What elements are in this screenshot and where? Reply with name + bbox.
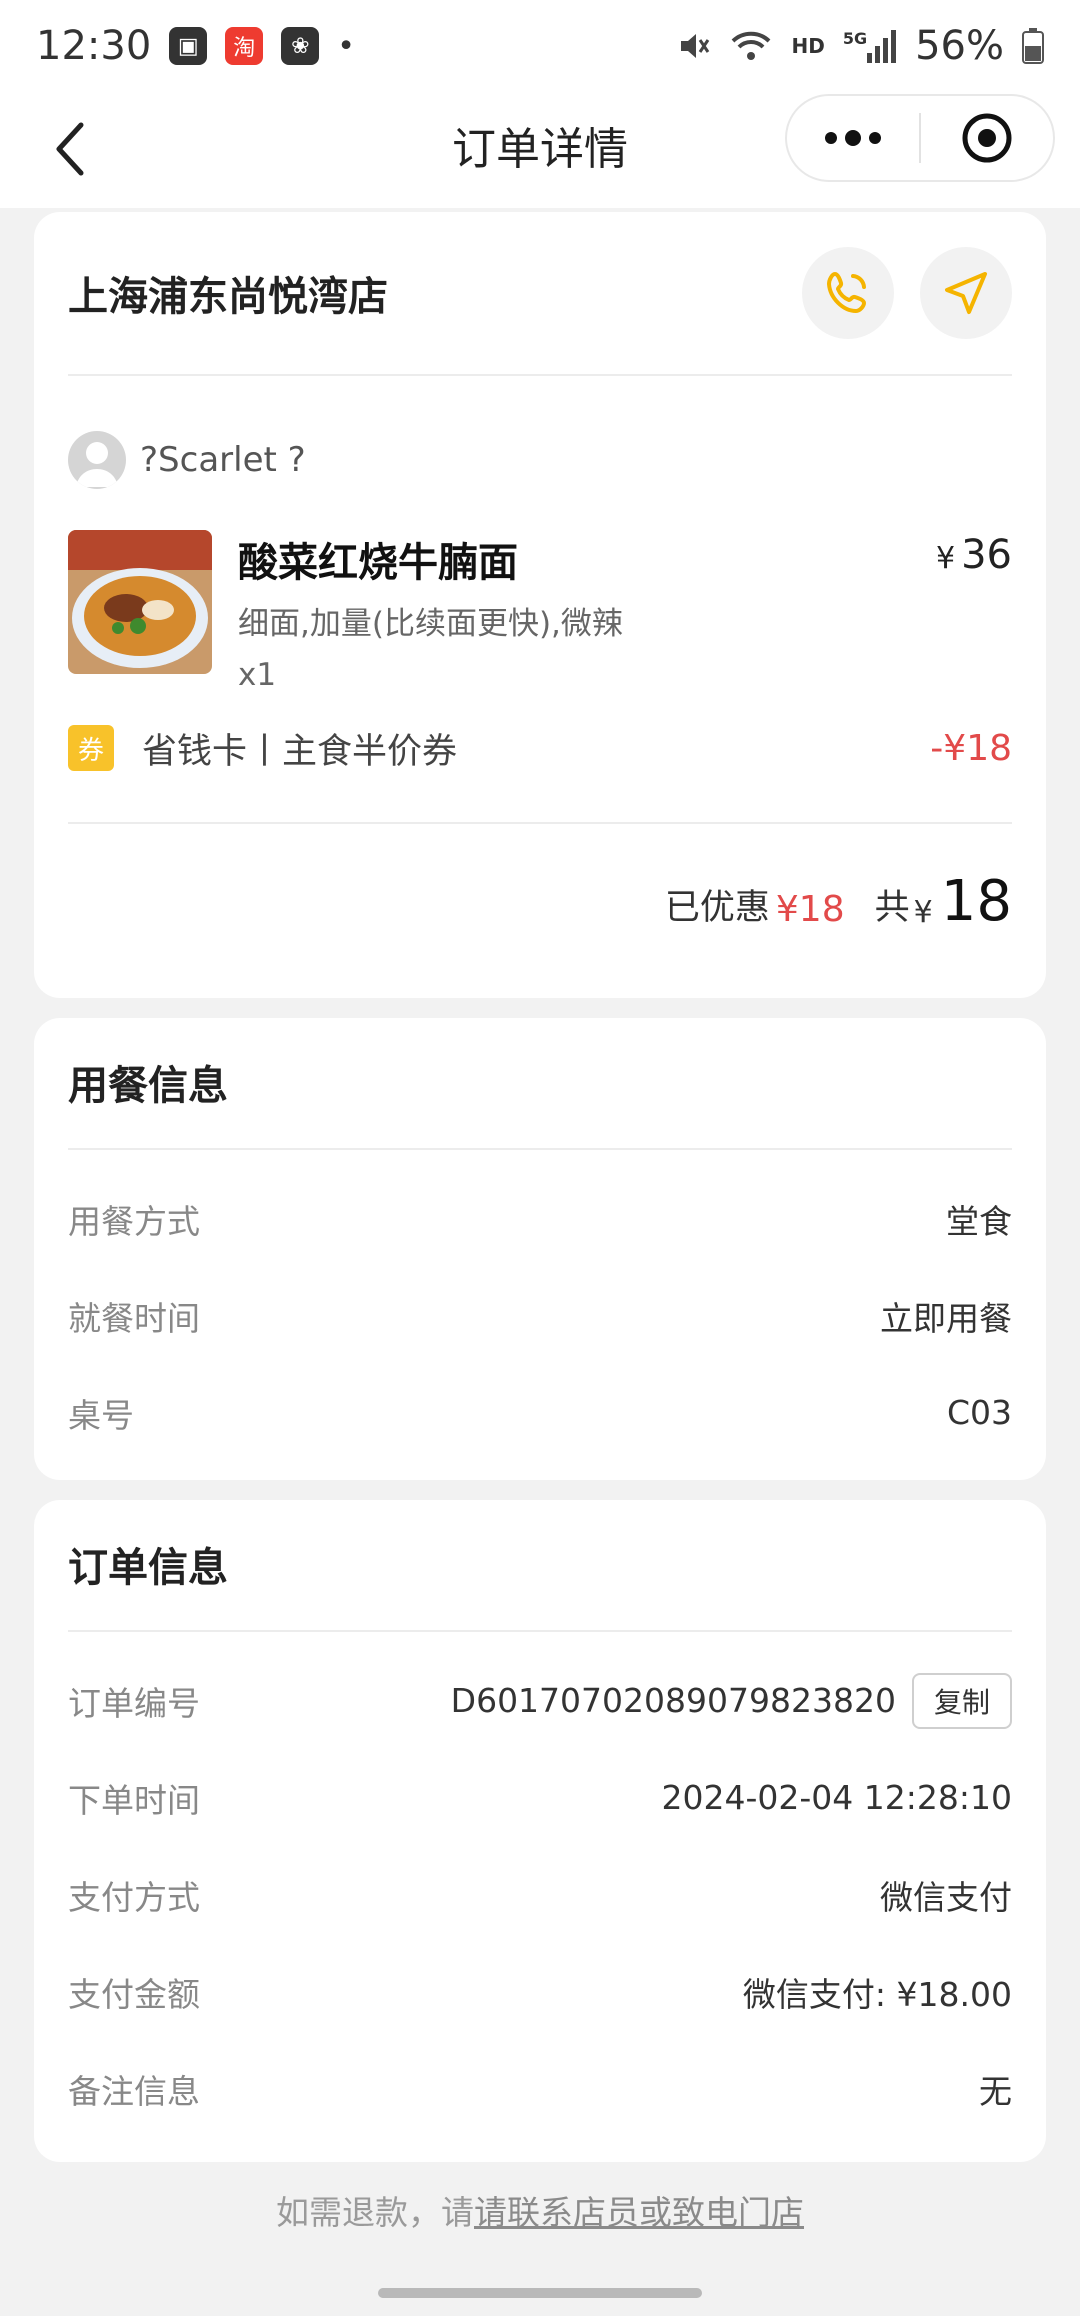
dining-method-value: 堂食 <box>946 1201 1012 1241</box>
navigation-arrow-icon <box>945 272 987 314</box>
table-number-label: 桌号 <box>68 1395 134 1435</box>
store-name: 上海浦东尚悦湾店 <box>68 274 388 320</box>
order-info-section-title: 订单信息 <box>68 1500 1012 1632</box>
store-header: 上海浦东尚悦湾店 <box>68 212 1012 376</box>
taobao-icon: 淘 <box>225 27 264 65</box>
item-details: 酸菜红烧牛腩面 细面,加量(比续面更快),微辣 x1 <box>238 530 623 693</box>
mini-program-capsule <box>785 94 1055 182</box>
order-info-row: 支付方式 微信支付 <box>68 1846 1012 1943</box>
copy-button[interactable]: 复制 <box>911 1672 1012 1729</box>
battery-icon <box>1022 28 1044 64</box>
more-button[interactable] <box>787 96 919 180</box>
total-row: 已优惠 ¥18 共 ¥ 18 <box>68 824 1012 974</box>
close-mini-program-button[interactable] <box>921 96 1053 180</box>
payment-method-label: 支付方式 <box>68 1877 200 1917</box>
phone-icon <box>827 272 866 313</box>
remarks-label: 备注信息 <box>68 2071 200 2111</box>
navigate-button[interactable] <box>920 247 1012 339</box>
coupon-tag: 券 <box>68 725 114 771</box>
call-store-button[interactable] <box>802 247 894 339</box>
refund-note: 如需退款，请请联系店员或致电门店 <box>0 2186 1080 2234</box>
dining-method-label: 用餐方式 <box>68 1201 200 1241</box>
order-info-row: 支付金额 微信支付: ¥18.00 <box>68 1943 1012 2040</box>
order-info-row: 备注信息 无 <box>68 2040 1012 2137</box>
username: ?Scarlet ? <box>140 440 306 480</box>
dining-row: 用餐方式 堂食 <box>68 1170 1012 1267</box>
price-symbol: ¥ <box>936 541 956 576</box>
payment-amount-value: 微信支付: ¥18.00 <box>742 1974 1012 2014</box>
mute-icon <box>681 34 710 58</box>
notification-dot-icon: • <box>337 28 355 64</box>
order-item: 酸菜红烧牛腩面 细面,加量(比续面更快),微辣 x1 ¥36 <box>68 530 1012 693</box>
dining-row: 桌号 C03 <box>68 1364 1012 1461</box>
wifi-icon <box>732 31 771 60</box>
coupon-text: 省钱卡丨主食半价券 <box>142 731 458 772</box>
battery-percent: 56% <box>915 23 1004 69</box>
orderer-row: ?Scarlet ? <box>68 430 1012 490</box>
coupon-row: 券 省钱卡丨主食半价券 -¥18 <box>68 718 1012 778</box>
discount-label: 已优惠 <box>664 888 770 928</box>
total-label: 共 <box>874 888 910 928</box>
item-spec: 细面,加量(比续面更快),微辣 <box>238 606 623 642</box>
dining-time-label: 就餐时间 <box>68 1298 200 1338</box>
order-info-rows: 订单编号 D60170702089079823820 复制 下单时间 2024-… <box>68 1632 1012 2137</box>
item-name: 酸菜红烧牛腩面 <box>238 540 518 586</box>
default-avatar-icon <box>76 442 118 487</box>
status-time: 12:30 <box>36 23 152 69</box>
table-number-value: C03 <box>946 1393 1012 1432</box>
store-actions <box>776 247 1012 339</box>
order-card: 上海浦东尚悦湾店 ?Scarlet ? 酸菜红烧牛腩面 细面,加量(比续面更快)… <box>34 212 1046 998</box>
dining-info-card: 用餐信息 用餐方式 堂食 就餐时间 立即用餐 桌号 C03 <box>34 1018 1046 1480</box>
payment-method-value: 微信支付 <box>880 1877 1012 1917</box>
nav-bar: 订单详情 <box>0 92 1080 208</box>
order-time-label: 下单时间 <box>68 1780 200 1820</box>
order-info-row: 下单时间 2024-02-04 12:28:10 <box>68 1749 1012 1846</box>
order-number-value-group: D60170702089079823820 复制 <box>450 1672 1012 1729</box>
chevron-left-icon <box>56 122 84 176</box>
discount-value: ¥18 <box>775 889 845 930</box>
status-bar-right: HD 5G 56% <box>677 23 1044 69</box>
dining-row: 就餐时间 立即用餐 <box>68 1267 1012 1364</box>
item-price: ¥36 <box>936 532 1012 578</box>
dining-time-value: 立即用餐 <box>880 1298 1012 1338</box>
order-time-value: 2024-02-04 12:28:10 <box>661 1778 1012 1817</box>
signal-icon: 5G <box>843 29 897 63</box>
remarks-value: 无 <box>979 2071 1012 2111</box>
coupon-amount: -¥18 <box>930 727 1012 769</box>
order-number-label: 订单编号 <box>68 1683 200 1723</box>
refund-prefix: 如需退款，请 <box>276 2193 474 2232</box>
total-value: 18 <box>940 869 1012 934</box>
status-bar: 12:30 ▣ 淘 ❀ • HD 5G 56% <box>0 0 1080 92</box>
network-type: 5G <box>842 29 868 48</box>
hd-label: HD <box>791 34 825 58</box>
contact-store-link[interactable]: 请联系店员或致电门店 <box>474 2193 804 2232</box>
total-symbol: ¥ <box>913 895 933 930</box>
order-number-value: D60170702089079823820 <box>450 1681 896 1720</box>
back-button[interactable] <box>40 114 100 184</box>
order-number-row: 订单编号 D60170702089079823820 复制 <box>68 1652 1012 1749</box>
avatar <box>68 431 126 489</box>
order-info-card: 订单信息 订单编号 D60170702089079823820 复制 下单时间 … <box>34 1500 1046 2162</box>
price-value: 36 <box>961 532 1012 578</box>
gallery-icon: ▣ <box>169 27 208 65</box>
dining-rows: 用餐方式 堂食 就餐时间 立即用餐 桌号 C03 <box>68 1150 1012 1461</box>
target-circle-icon <box>962 113 1012 163</box>
dish-image <box>68 530 212 674</box>
baidu-icon: ❀ <box>281 27 320 65</box>
dining-section-title: 用餐信息 <box>68 1018 1012 1150</box>
home-indicator[interactable] <box>378 2288 702 2298</box>
payment-amount-label: 支付金额 <box>68 1974 200 2014</box>
status-bar-left: 12:30 ▣ 淘 ❀ • <box>36 23 355 69</box>
more-dots-icon <box>825 130 881 146</box>
item-quantity: x1 <box>238 657 277 693</box>
